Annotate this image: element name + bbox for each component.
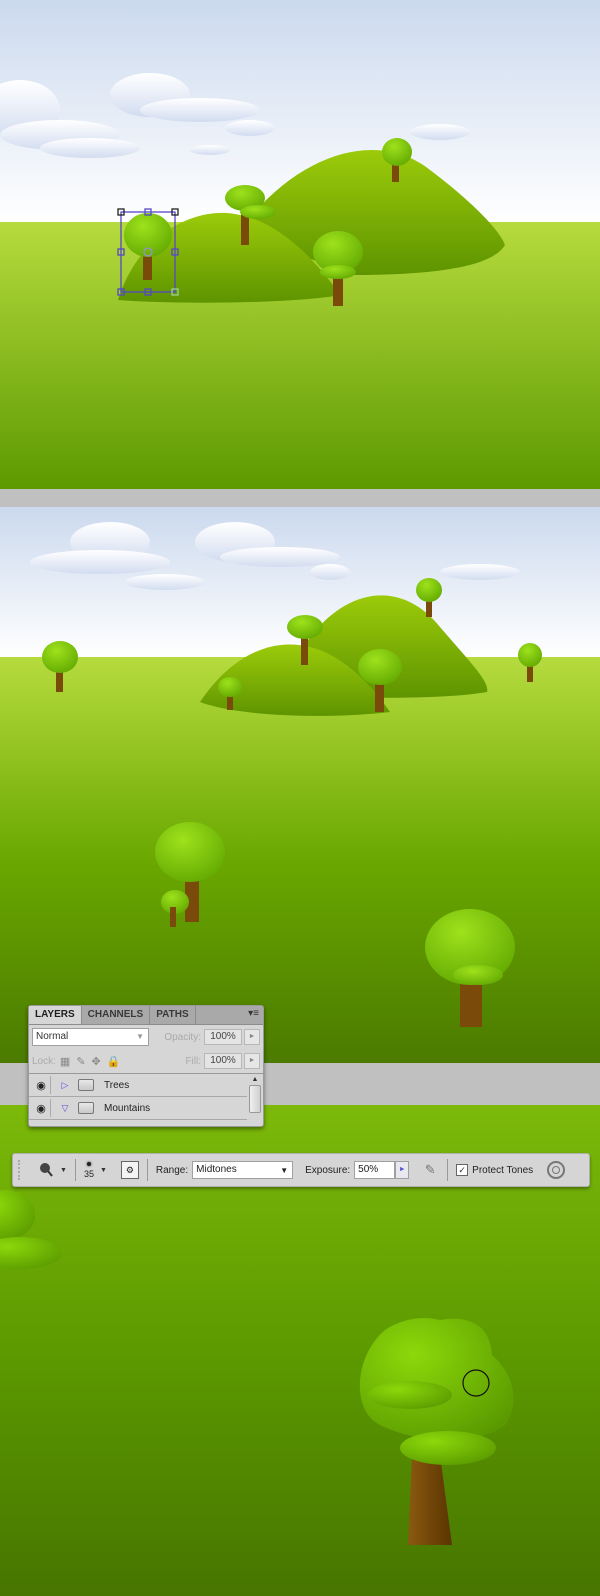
panel-tabs: LAYERS CHANNELS PATHS ▾≡ [29,1006,263,1025]
lock-position-icon[interactable]: ✥ [92,1055,101,1068]
brush-tip-icon [86,1161,91,1166]
layer-row-trees[interactable]: ◉ ▷ Trees [29,1074,247,1097]
divider [74,1159,76,1181]
fill-label: Fill: [185,1055,201,1067]
exposure-slider-button[interactable]: ► [395,1161,410,1179]
canvas-scene-transform [0,0,600,489]
lock-transparent-icon[interactable]: ▦ [60,1055,70,1068]
canvas-scene-layers [0,507,600,1063]
fill-input[interactable]: 100% [204,1053,242,1069]
airbrush-icon[interactable]: ✎ [421,1162,439,1178]
separator-band [0,489,600,507]
layer-list: ◉ ▷ Trees ◉ ▽ Mountains ▲ [29,1073,263,1127]
visibility-eye-icon[interactable]: ◉ [32,1099,51,1117]
chevron-down-icon: ▼ [280,1166,289,1175]
tab-channels[interactable]: CHANNELS [82,1006,151,1024]
lock-label: Lock: [32,1055,56,1067]
blend-mode-value: Normal [36,1031,69,1042]
collapse-triangle-icon[interactable]: ▽ [58,1103,72,1114]
opacity-slider-button[interactable]: ► [244,1029,260,1045]
tool-options-bar: ▼ 35 ▼ ⚙ Range: Midtones ▼ Exposure: 50%… [12,1153,590,1187]
folder-icon [78,1102,94,1114]
expand-triangle-icon[interactable]: ▷ [58,1080,72,1091]
layers-panel: LAYERS CHANNELS PATHS ▾≡ Normal ▼ Opacit… [28,1005,264,1127]
exposure-input[interactable]: 50% [354,1161,396,1179]
target-icon [552,1166,561,1174]
visibility-eye-icon[interactable]: ◉ [32,1076,51,1094]
burn-tool-icon [40,1163,53,1177]
divider [146,1159,148,1181]
exposure-label: Exposure: [305,1164,351,1176]
range-select[interactable]: Midtones ▼ [192,1161,294,1179]
blend-mode-select[interactable]: Normal ▼ [32,1028,149,1046]
landscape-illustration-1 [0,0,600,489]
lock-image-icon[interactable]: ✎ [76,1055,85,1068]
layer-name: Trees [104,1079,130,1091]
brush-size-value: 35 [83,1168,94,1179]
range-value: Midtones [196,1164,237,1175]
panel-menu-icon[interactable]: ▾≡ [244,1006,263,1024]
scrollbar-thumb[interactable] [249,1085,261,1113]
chevron-down-icon: ▼ [99,1166,107,1174]
folder-icon [78,1079,94,1091]
tool-preset-picker[interactable]: ▼ [38,1162,67,1178]
brush-size-picker[interactable]: 35 ▼ [83,1161,107,1179]
fill-slider-button[interactable]: ► [244,1053,260,1069]
lock-all-icon[interactable]: 🔒 [107,1055,121,1068]
protect-tones-checkbox[interactable]: ✓ [456,1164,469,1176]
layer-row-mountains[interactable]: ◉ ▽ Mountains [29,1097,247,1120]
opacity-label: Opacity: [164,1031,201,1043]
scroll-up-icon[interactable]: ▲ [249,1076,261,1083]
layer-name: Mountains [104,1102,151,1114]
tab-paths[interactable]: PATHS [150,1006,196,1024]
tab-layers[interactable]: LAYERS [29,1006,82,1024]
divider [447,1159,449,1181]
protect-tones-label[interactable]: Protect Tones [472,1165,533,1176]
tablet-pressure-icon[interactable] [547,1161,566,1179]
chevron-down-icon: ▼ [60,1166,67,1174]
range-label: Range: [155,1164,189,1176]
landscape-illustration-2 [0,507,600,1063]
opacity-input[interactable]: 100% [204,1029,242,1045]
chevron-down-icon: ▼ [136,1032,144,1041]
brush-panel-icon[interactable]: ⚙ [120,1161,139,1179]
toolbar-grip[interactable] [18,1160,24,1180]
layer-list-scrollbar[interactable]: ▲ [249,1076,261,1124]
